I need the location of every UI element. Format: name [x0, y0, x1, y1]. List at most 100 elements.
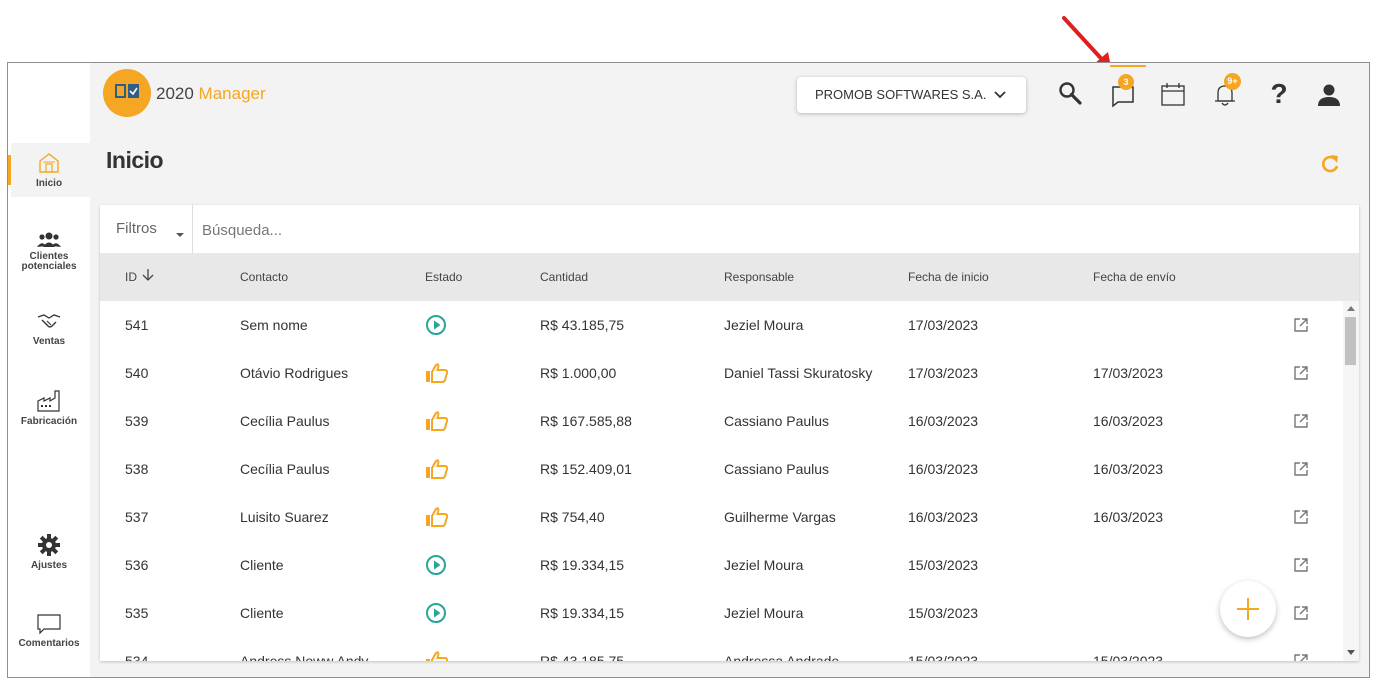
- table-row[interactable]: 536 Cliente R$ 19.334,15 Jeziel Moura 15/03/…: [100, 541, 1343, 590]
- gear-icon: [38, 534, 60, 556]
- filter-bar: Filtros: [100, 205, 1359, 254]
- cell-contacto: Cecília Paulus: [240, 413, 330, 429]
- sidebar-item-fabricacion[interactable]: Fabricación: [8, 389, 90, 427]
- search-input[interactable]: [200, 213, 704, 247]
- column-header-estado[interactable]: Estado: [425, 253, 462, 301]
- open-external-icon[interactable]: [1293, 653, 1309, 661]
- people-icon: [37, 232, 61, 247]
- company-name: PROMOB SOFTWARES S.A.: [815, 87, 987, 102]
- table-header: ID Contacto Estado Cantidad Responsable …: [100, 253, 1359, 302]
- cell-fecha-inicio: 16/03/2023: [908, 413, 979, 429]
- table-scrollbar[interactable]: [1343, 301, 1359, 661]
- cell-id: 541: [125, 317, 149, 333]
- cell-responsable: Jeziel Moura: [724, 557, 804, 573]
- thumbs-up-icon: [425, 458, 449, 485]
- caret-down-icon: [176, 233, 184, 237]
- search-icon[interactable]: [1056, 79, 1086, 109]
- company-selector[interactable]: PROMOB SOFTWARES S.A.: [797, 77, 1026, 113]
- cell-id: 540: [125, 365, 149, 381]
- cell-cantidad: R$ 19.334,15: [540, 605, 625, 621]
- column-header-fecha-envio[interactable]: Fecha de envío: [1093, 253, 1176, 301]
- filters-dropdown[interactable]: Filtros: [100, 205, 193, 253]
- column-header-id[interactable]: ID: [125, 253, 154, 301]
- scrollbar-thumb[interactable]: [1345, 317, 1356, 365]
- sidebar-item-ajustes[interactable]: Ajustes: [8, 533, 90, 571]
- cell-fecha-inicio: 16/03/2023: [908, 461, 979, 477]
- cell-id: 534: [125, 653, 149, 661]
- page-title: Inicio: [106, 147, 164, 173]
- sidebar-item-inicio[interactable]: Inicio: [8, 151, 90, 189]
- cell-cantidad: R$ 43.185,75: [540, 653, 625, 661]
- open-external-icon[interactable]: [1293, 605, 1309, 626]
- open-external-icon[interactable]: [1293, 461, 1309, 482]
- cell-fecha-inicio: 15/03/2023: [908, 653, 979, 661]
- app-title-prefix: 2020: [156, 84, 194, 103]
- open-external-icon[interactable]: [1293, 317, 1309, 338]
- column-header-fecha-inicio[interactable]: Fecha de inicio: [908, 253, 989, 301]
- help-icon[interactable]: ?: [1264, 79, 1294, 109]
- chevron-down-icon: [994, 77, 1006, 127]
- cell-contacto: Cliente: [240, 605, 284, 621]
- cell-fecha-inicio: 15/03/2023: [908, 605, 979, 621]
- open-external-icon[interactable]: [1293, 509, 1309, 530]
- app-logo[interactable]: [103, 69, 151, 117]
- thumbs-up-icon: [425, 410, 449, 437]
- cell-fecha-envio: 16/03/2023: [1093, 461, 1164, 477]
- cell-cantidad: R$ 19.334,15: [540, 557, 625, 573]
- cell-responsable: Cassiano Paulus: [724, 413, 830, 429]
- open-external-icon[interactable]: [1293, 365, 1309, 386]
- column-header-label: ID: [125, 270, 137, 284]
- sidebar-item-clientes[interactable]: Clientes potenciales: [8, 231, 90, 272]
- sidebar-item-label: Clientes potenciales: [21, 251, 77, 272]
- column-header-cantidad[interactable]: Cantidad: [540, 253, 588, 301]
- table-row[interactable]: 537 Luisito Suarez R$ 754,40 Guilherme Varg…: [100, 493, 1343, 542]
- table-row[interactable]: 538 Cecília Paulus R$ 152.409,01 Cassiano P…: [100, 445, 1343, 494]
- cell-id: 536: [125, 557, 149, 573]
- table-row[interactable]: 539 Cecília Paulus R$ 167.585,88 Cassiano P…: [100, 397, 1343, 446]
- comment-icon: [37, 614, 61, 635]
- add-button[interactable]: [1220, 581, 1276, 637]
- table-row[interactable]: 540 Otávio Rodrigues R$ 1.000,00 Daniel Tas…: [100, 349, 1343, 398]
- cell-fecha-envio: 15/03/2023: [1093, 653, 1164, 661]
- cell-responsable: Jeziel Moura: [724, 317, 804, 333]
- calendar-icon[interactable]: [1158, 79, 1188, 109]
- table-row[interactable]: 534 Andress Noww Andy R$ 43.185,75 Andressa…: [100, 637, 1343, 661]
- factory-icon: [37, 390, 60, 412]
- messages-active-indicator: [1110, 65, 1146, 67]
- refresh-icon[interactable]: [1319, 153, 1341, 180]
- handshake-icon: [37, 314, 61, 328]
- open-external-icon[interactable]: [1293, 413, 1309, 434]
- sidebar-item-label: Inicio: [35, 178, 63, 189]
- cell-contacto: Cliente: [240, 557, 284, 573]
- table-row[interactable]: 535 Cliente R$ 19.334,15 Jeziel Moura 15/03/…: [100, 589, 1343, 638]
- table-row[interactable]: 541 Sem nome R$ 43.185,75 Jeziel Moura 17/03…: [100, 301, 1343, 350]
- bell-icon[interactable]: 9+: [1210, 73, 1241, 109]
- app-window: Inicio Clientes potenciales Ventas Fabri…: [7, 62, 1370, 678]
- app-title: 2020 Manager: [156, 84, 266, 104]
- scroll-down-icon[interactable]: [1347, 650, 1355, 655]
- cell-cantidad: R$ 1.000,00: [540, 365, 617, 381]
- user-icon[interactable]: [1314, 79, 1344, 109]
- cell-fecha-inicio: 17/03/2023: [908, 365, 979, 381]
- sidebar-item-comentarios[interactable]: Comentarios: [8, 613, 90, 649]
- cell-id: 537: [125, 509, 149, 525]
- cell-contacto: Andress Noww Andy: [240, 653, 369, 661]
- notifications-badge: 9+: [1224, 73, 1241, 90]
- cell-id: 535: [125, 605, 149, 621]
- chat-icon[interactable]: 3: [1108, 74, 1138, 109]
- cell-responsable: Cassiano Paulus: [724, 461, 830, 477]
- cell-fecha-envio: 17/03/2023: [1093, 365, 1164, 381]
- column-header-contacto[interactable]: Contacto: [240, 253, 288, 301]
- thumbs-up-icon: [425, 362, 449, 389]
- cell-responsable: Daniel Tassi Skuratosky: [724, 365, 873, 381]
- scroll-up-icon[interactable]: [1347, 306, 1355, 311]
- column-header-responsable[interactable]: Responsable: [724, 253, 794, 301]
- cell-contacto: Sem nome: [240, 317, 308, 333]
- cell-cantidad: R$ 152.409,01: [540, 461, 632, 477]
- table-body: 541 Sem nome R$ 43.185,75 Jeziel Moura 17/03…: [100, 301, 1343, 661]
- thumbs-up-icon: [425, 506, 449, 533]
- cell-contacto: Luisito Suarez: [240, 509, 329, 525]
- open-external-icon[interactable]: [1293, 557, 1309, 578]
- sidebar-item-ventas[interactable]: Ventas: [8, 311, 90, 347]
- cell-responsable: Jeziel Moura: [724, 605, 804, 621]
